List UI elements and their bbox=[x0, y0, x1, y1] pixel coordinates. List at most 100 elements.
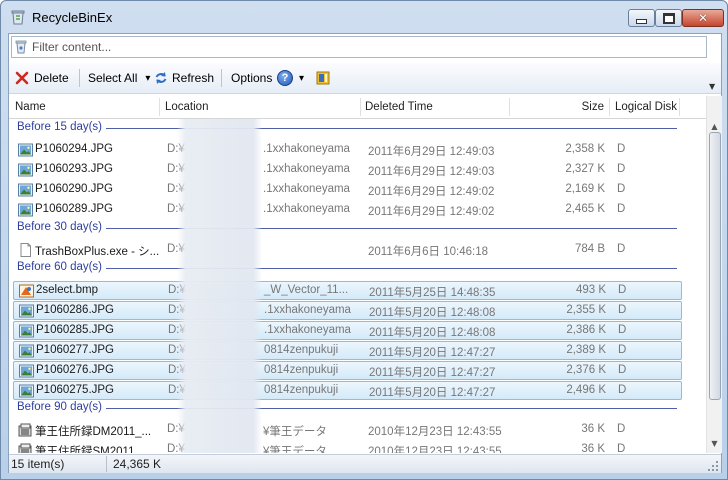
column-size[interactable]: Size bbox=[509, 96, 604, 118]
table-row[interactable]: P1060276.JPGD:¥0814zenpukuji2011年5月20日 1… bbox=[13, 361, 682, 380]
table-row[interactable]: P1060277.JPGD:¥0814zenpukuji2011年5月20日 1… bbox=[13, 341, 682, 360]
maximize-icon bbox=[662, 12, 675, 24]
table-row[interactable]: P1060286.JPGD:¥.1xxhakoneyama2011年5月20日 … bbox=[13, 301, 682, 320]
recycle-bin-icon bbox=[11, 10, 25, 25]
file-location-tail: .1xxhakoneyama bbox=[263, 163, 350, 175]
column-location[interactable]: Location bbox=[165, 96, 208, 118]
scroll-down-icon[interactable]: ▼ bbox=[707, 436, 722, 451]
redacted-location-mask bbox=[177, 119, 262, 453]
filter-box[interactable] bbox=[11, 36, 707, 58]
file-location-tail: .1xxhakoneyama bbox=[264, 324, 351, 336]
file-location-tail: ¥筆王データ bbox=[263, 426, 327, 438]
toolbar-separator bbox=[79, 69, 80, 87]
file-location-tail: 0814zenpukuji bbox=[264, 364, 339, 376]
file-location-tail: 0814zenpukuji bbox=[264, 344, 339, 356]
options-button[interactable]: Options bbox=[231, 67, 272, 89]
scroll-thumb[interactable] bbox=[709, 132, 721, 400]
document-file-icon bbox=[18, 243, 33, 257]
deleted-time: 2011年5月20日 12:47:27 bbox=[369, 347, 496, 359]
status-item-count: 15 item(s) bbox=[11, 457, 65, 471]
table-row[interactable]: P1060285.JPGD:¥.1xxhakoneyama2011年5月20日 … bbox=[13, 321, 682, 340]
logical-disk: D bbox=[617, 183, 626, 195]
refresh-icon bbox=[155, 72, 167, 84]
title-bar[interactable]: RecycleBinEx ✕ bbox=[1, 1, 727, 33]
logical-disk: D bbox=[618, 304, 627, 316]
delete-label: Delete bbox=[34, 71, 69, 85]
table-row[interactable]: P1060293.JPG D:¥ .1xxhakoneyama 2011年6月29日 … bbox=[13, 161, 682, 180]
refresh-button[interactable]: Refresh bbox=[154, 67, 214, 89]
logical-disk: D bbox=[618, 324, 627, 336]
toolbar-separator bbox=[221, 69, 222, 87]
group-header[interactable]: Before 90 day(s) bbox=[17, 401, 102, 417]
logical-disk: D bbox=[617, 163, 626, 175]
deleted-time: 2011年6月29日 12:49:02 bbox=[368, 186, 495, 198]
toolbar: Delete Select All ▾ Refresh Options ? ▾ … bbox=[9, 63, 721, 94]
delete-x-icon bbox=[15, 71, 29, 85]
file-location-tail: .1xxhakoneyama bbox=[264, 304, 351, 316]
table-row[interactable]: P1060290.JPG D:¥ .1xxhakoneyama 2011年6月29日 … bbox=[13, 181, 682, 200]
column-divider[interactable] bbox=[679, 98, 680, 116]
deleted-time: 2011年5月20日 12:48:08 bbox=[369, 307, 496, 319]
help-dropdown-icon[interactable]: ▾ bbox=[299, 73, 304, 84]
group-header[interactable]: Before 30 day(s) bbox=[17, 221, 102, 237]
table-row[interactable]: P1060289.JPG D:¥ .1xxhakoneyama 2011年6月29日 … bbox=[13, 201, 682, 220]
image-file-icon bbox=[19, 324, 34, 338]
file-name: P1060290.JPG bbox=[35, 183, 114, 195]
logical-disk: D bbox=[617, 203, 626, 215]
table-row[interactable]: 2select.bmpD:¥_W_Vector_11...2011年5月25日 … bbox=[13, 281, 682, 300]
file-location-tail: .1xxhakoneyama bbox=[263, 183, 350, 195]
maximize-button[interactable] bbox=[655, 9, 682, 27]
file-name: 2select.bmp bbox=[36, 284, 99, 296]
file-size: 2,389 K bbox=[566, 344, 606, 356]
group-header[interactable]: Before 60 day(s) bbox=[17, 261, 102, 277]
window-title: RecycleBinEx bbox=[32, 10, 113, 25]
column-divider[interactable] bbox=[360, 98, 361, 116]
column-deleted-time[interactable]: Deleted Time bbox=[365, 96, 433, 118]
table-row[interactable]: P1060294.JPG D:¥ .1xxhakoneyama 2011年6月29日 … bbox=[13, 141, 682, 160]
select-all-label: Select All bbox=[88, 71, 138, 85]
column-logical-disk[interactable]: Logical Disk bbox=[615, 96, 677, 118]
file-location-tail: .1xxhakoneyama bbox=[263, 143, 350, 155]
help-glyph: ? bbox=[281, 72, 289, 84]
deleted-time: 2010年12月23日 12:43:55 bbox=[368, 446, 502, 453]
file-name: TrashBoxPlus.exe - シ... bbox=[35, 246, 160, 258]
toolbar-overflow-icon[interactable]: ▼ bbox=[709, 82, 715, 91]
file-name: P1060276.JPG bbox=[36, 364, 115, 376]
close-button[interactable]: ✕ bbox=[682, 9, 724, 27]
minimize-button[interactable] bbox=[628, 9, 655, 27]
table-row[interactable]: 筆王住所録SM2011_... D:¥ ¥筆王データ 2010年12月23日 12:4… bbox=[13, 441, 682, 453]
select-all-dropdown-icon[interactable]: ▾ bbox=[145, 73, 150, 84]
table-row[interactable]: 筆王住所録DM2011_... D:¥ ¥筆王データ 2010年12月23日 12:4… bbox=[13, 421, 682, 440]
logical-disk: D bbox=[617, 143, 626, 155]
filter-input[interactable] bbox=[32, 39, 702, 55]
status-total-size: 24,365 K bbox=[113, 457, 162, 471]
logical-disk: D bbox=[618, 284, 627, 296]
image-file-icon bbox=[18, 183, 33, 197]
logical-disk: D bbox=[617, 423, 626, 435]
status-bar: 15 item(s) 24,365 K bbox=[9, 454, 721, 473]
column-divider[interactable] bbox=[609, 98, 610, 116]
resize-grip-icon[interactable] bbox=[707, 460, 719, 472]
select-all-button[interactable]: Select All ▾ bbox=[88, 67, 150, 89]
delete-button[interactable]: Delete bbox=[15, 67, 69, 89]
file-size: 2,327 K bbox=[565, 163, 605, 175]
about-button[interactable] bbox=[315, 67, 331, 89]
image-file-icon bbox=[18, 163, 33, 177]
column-divider[interactable] bbox=[159, 98, 160, 116]
group-header[interactable]: Before 15 day(s) bbox=[17, 121, 102, 137]
file-size: 2,169 K bbox=[565, 183, 605, 195]
file-size: 2,376 K bbox=[566, 364, 606, 376]
help-button[interactable]: ? ▾ bbox=[277, 67, 304, 89]
status-divider bbox=[106, 456, 107, 472]
help-icon: ? bbox=[277, 70, 293, 86]
column-name[interactable]: Name bbox=[15, 96, 46, 118]
refresh-label: Refresh bbox=[172, 71, 215, 85]
table-row[interactable]: TrashBoxPlus.exe - シ... D:¥ 2011年6月6日 10:4… bbox=[13, 241, 682, 260]
vertical-scrollbar[interactable]: ▲ ▼ bbox=[706, 96, 722, 453]
deleted-time: 2011年5月20日 12:47:27 bbox=[369, 367, 496, 379]
deleted-time: 2011年5月20日 12:48:08 bbox=[369, 327, 496, 339]
table-row[interactable]: P1060275.JPGD:¥0814zenpukuji2011年5月20日 1… bbox=[13, 381, 682, 400]
file-size: 784 B bbox=[574, 243, 605, 255]
file-list[interactable]: Before 15 day(s) P1060294.JPG D:¥ .1xxhakon… bbox=[9, 119, 706, 453]
deleted-time: 2011年6月6日 10:46:18 bbox=[368, 246, 488, 258]
